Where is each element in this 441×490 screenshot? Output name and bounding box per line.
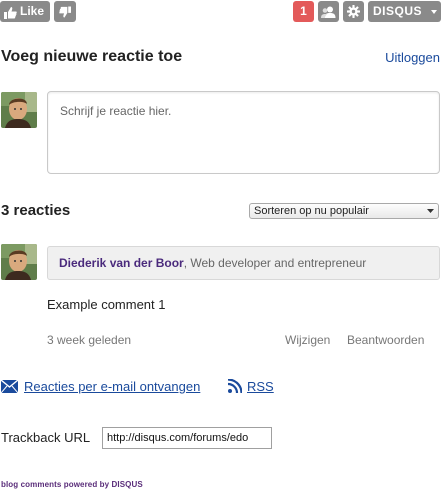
rss-link[interactable]: RSS [247,379,274,394]
logout-link[interactable]: Uitloggen [385,50,440,65]
thumbs-down-icon [59,5,71,23]
like-button[interactable]: Like [0,1,50,22]
comment-author-name[interactable]: Diederik van der Boor [59,256,184,270]
like-label: Like [20,4,45,18]
dislike-button[interactable] [54,1,76,22]
disqus-menu-button[interactable]: DISQUS [368,1,441,22]
comment-author-bar: Diederik van der Boor, Web developer and… [47,246,440,280]
trackback-label: Trackback URL [1,430,91,445]
toolbar: Like 1 DISQUS [0,1,441,22]
community-button[interactable] [318,1,339,22]
chevron-down-icon [427,209,434,213]
comment-timestamp[interactable]: 3 week geleden [47,333,131,347]
chevron-down-icon [431,10,437,14]
rss-icon[interactable] [227,378,243,398]
sort-selected-label: Sorteren op nu populair [254,205,369,217]
powered-by-link[interactable]: blog comments powered by DISQUS [1,480,143,489]
gear-icon [347,5,360,23]
thumbs-up-icon [4,5,17,26]
email-subscribe-link[interactable]: Reacties per e-mail ontvangen [24,379,200,394]
disqus-logo: DISQUS [373,4,423,18]
trackback-url-field[interactable]: http://disqus.com/forums/edo [102,427,272,449]
notification-badge[interactable]: 1 [293,1,314,22]
comment-body: Example comment 1 [47,297,166,312]
comment-avatar[interactable] [1,244,37,280]
avatar[interactable] [1,92,37,128]
comment-count: 3 reacties [1,202,71,219]
mail-icon[interactable] [0,379,19,398]
settings-button[interactable] [343,1,364,22]
reply-link[interactable]: Beantwoorden [347,333,424,347]
comment-author-tagline: , Web developer and entrepreneur [183,256,367,270]
new-comment-title: Voeg nieuwe reactie toe [1,48,183,65]
sort-select[interactable]: Sorteren op nu populair [249,203,439,219]
community-icon [321,5,336,23]
edit-link[interactable]: Wijzigen [285,333,330,347]
comment-input[interactable]: Schrijf je reactie hier. [47,91,440,174]
